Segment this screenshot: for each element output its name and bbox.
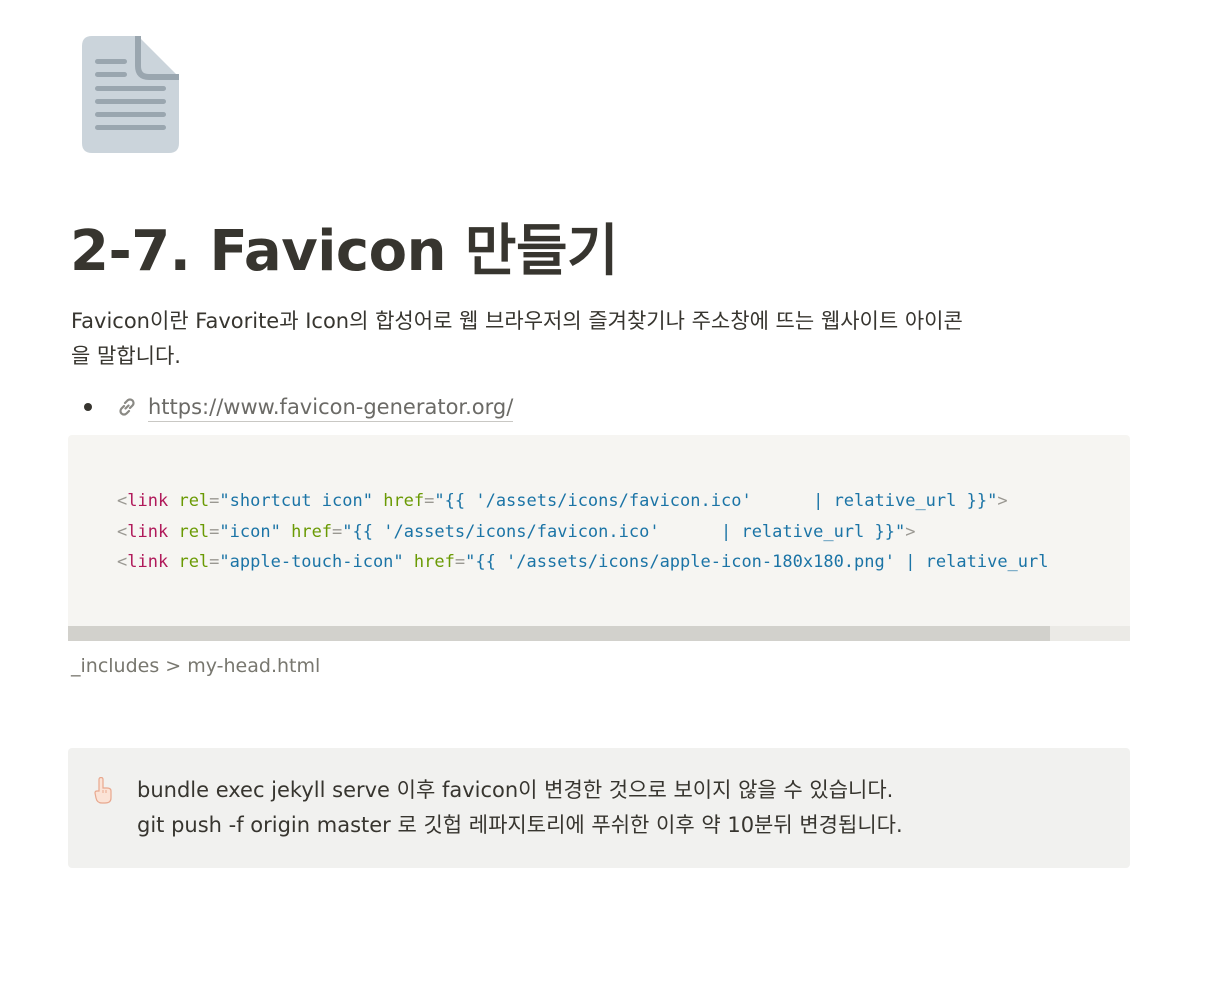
code-token: "apple-touch-icon" bbox=[219, 552, 404, 572]
code-token: > bbox=[905, 521, 916, 542]
code-token: link bbox=[127, 521, 169, 542]
code-token: "{{ '/assets/icons/apple-icon-180x180.pn… bbox=[465, 552, 1049, 572]
code-token: "shortcut icon" bbox=[219, 491, 373, 511]
code-token: link bbox=[127, 491, 169, 511]
code-token: > bbox=[997, 491, 1008, 511]
intro-line: Favicon이란 Favorite과 Icon의 합성어로 웹 브라우저의 즐… bbox=[71, 309, 963, 333]
code-content[interactable]: <link rel="shortcut icon" href="{{ '/ass… bbox=[117, 486, 1049, 578]
pointing-up-hand-icon[interactable] bbox=[92, 776, 116, 805]
intro-paragraph[interactable]: Favicon이란 Favorite과 Icon의 합성어로 웹 브라우저의 즐… bbox=[71, 304, 1131, 374]
favicon-generator-link[interactable]: https://www.favicon-generator.org/ bbox=[148, 393, 514, 422]
code-token: "{{ '/assets/icons/favicon.ico' | relati… bbox=[434, 491, 998, 511]
callout-line: git push -f origin master 로 깃헙 레파지토리에 푸쉬… bbox=[137, 813, 903, 837]
intro-line: 을 말합니다. bbox=[71, 344, 181, 368]
code-caption[interactable]: _includes > my-head.html bbox=[71, 651, 320, 681]
page-title[interactable]: 2-7. Favicon 만들기 bbox=[70, 212, 619, 292]
code-token: "{{ '/assets/icons/favicon.ico' | relati… bbox=[342, 521, 906, 542]
code-token: href bbox=[291, 521, 333, 542]
code-token: = bbox=[454, 552, 466, 572]
code-token: rel bbox=[178, 491, 210, 511]
code-token: < bbox=[117, 521, 128, 542]
code-line: <link rel="apple-touch-icon" href="{{ '/… bbox=[117, 547, 1049, 578]
code-token: = bbox=[209, 491, 220, 511]
code-token: rel bbox=[178, 552, 210, 572]
horizontal-scrollbar[interactable] bbox=[68, 626, 1130, 641]
code-token: < bbox=[117, 552, 128, 572]
code-block[interactable]: <link rel="shortcut icon" href="{{ '/ass… bbox=[68, 435, 1130, 641]
bullet-list-item: https://www.favicon-generator.org/ bbox=[84, 390, 514, 424]
code-token: "icon" bbox=[219, 521, 281, 542]
code-token: rel bbox=[178, 521, 210, 542]
scrollbar-thumb[interactable] bbox=[68, 626, 1050, 641]
link-icon bbox=[115, 395, 139, 419]
code-token: < bbox=[117, 491, 128, 511]
code-token: = bbox=[209, 552, 220, 572]
bullet-dot bbox=[84, 403, 92, 411]
callout-line: bundle exec jekyll serve 이후 favicon이 변경한… bbox=[137, 778, 894, 802]
code-token: link bbox=[127, 552, 169, 572]
code-token: = bbox=[332, 521, 343, 542]
code-token: = bbox=[424, 491, 435, 511]
callout-block[interactable]: bundle exec jekyll serve 이후 favicon이 변경한… bbox=[68, 748, 1130, 868]
callout-text: bundle exec jekyll serve 이후 favicon이 변경한… bbox=[137, 773, 903, 843]
page-document-icon[interactable] bbox=[82, 36, 179, 153]
code-line: <link rel="shortcut icon" href="{{ '/ass… bbox=[117, 486, 1049, 517]
code-token: = bbox=[209, 521, 220, 542]
code-token: href bbox=[383, 491, 425, 511]
code-line: <link rel="icon" href="{{ '/assets/icons… bbox=[117, 517, 1049, 548]
code-token: href bbox=[413, 552, 455, 572]
